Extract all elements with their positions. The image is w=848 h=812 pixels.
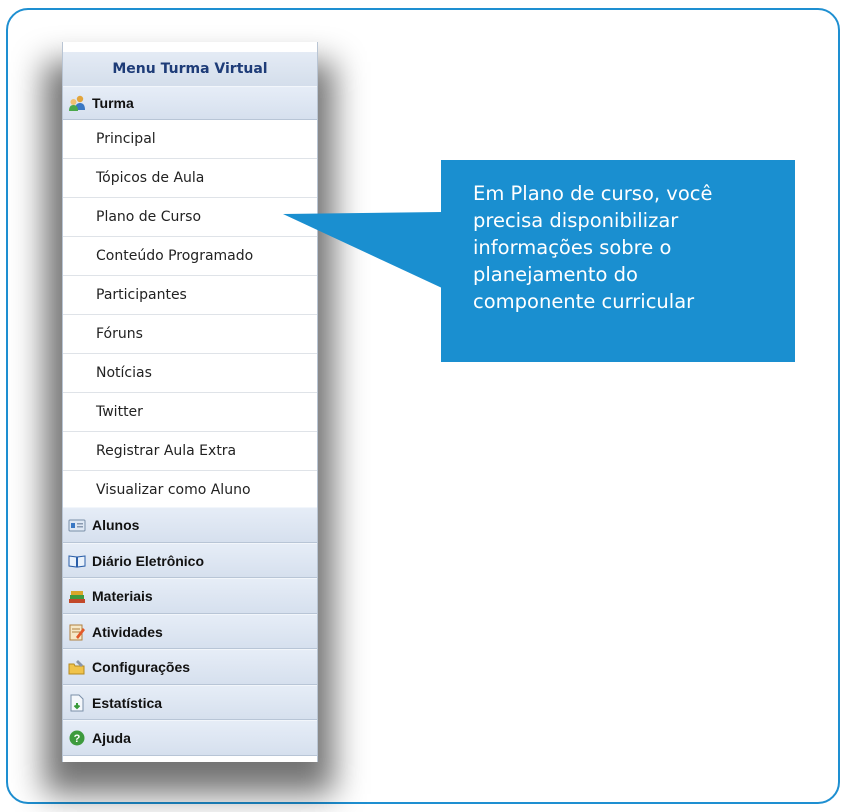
callout-box: Em Plano de curso, você precisa disponib… [441,160,795,362]
callout-text: Em Plano de curso, você precisa disponib… [473,182,713,313]
callout-pointer [283,212,442,288]
